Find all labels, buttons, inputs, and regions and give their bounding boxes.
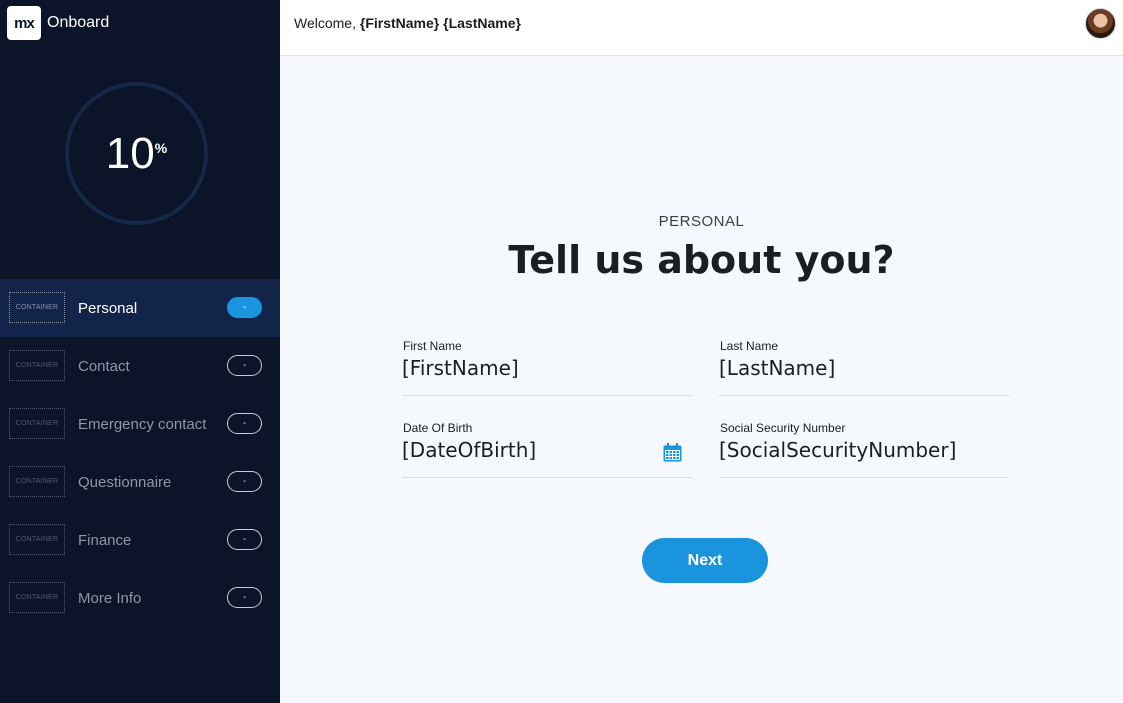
progress-value: 10 [105,128,155,178]
avatar[interactable] [1085,8,1116,39]
step-item-contact[interactable]: CONTAINER Contact - [0,337,280,395]
step-label: Contact [78,357,130,375]
next-button[interactable]: Next [642,538,768,583]
step-status-badge: - [227,413,262,434]
container-placeholder: CONTAINER [9,408,65,439]
ssn-label: Social Security Number [720,421,846,435]
container-placeholder: CONTAINER [9,292,65,323]
step-status-badge: - [227,297,262,318]
step-status-badge: - [227,529,262,550]
container-placeholder: CONTAINER [9,524,65,555]
top-header: Welcome, {FirstName} {LastName} [280,0,1123,56]
ssn-field: Social Security Number [719,421,1009,478]
welcome-user-name: {FirstName} {LastName} [359,15,521,31]
first-name-label: First Name [403,339,462,353]
step-label: Emergency contact [78,415,207,433]
step-list: CONTAINER Personal - CONTAINER Contact -… [0,279,280,627]
step-label: Personal [78,299,138,317]
last-name-input[interactable] [719,356,969,380]
date-of-birth-field: Date Of Birth [402,421,692,478]
step-item-personal[interactable]: CONTAINER Personal - [0,279,280,337]
last-name-field: Last Name [719,339,1009,396]
welcome-prefix: Welcome, [294,15,360,31]
sidebar: mx Onboard 10 % CONTAINER Personal - CON… [0,0,280,703]
step-status-badge: - [227,471,262,492]
calendar-icon[interactable] [663,443,682,462]
step-status-badge: - [227,355,262,376]
date-of-birth-input[interactable] [402,438,652,462]
first-name-input[interactable] [402,356,652,380]
main-content: PERSONAL Tell us about you? First Name L… [280,56,1123,703]
page-title: Tell us about you? [508,238,895,282]
progress-ring: 10 % [65,82,208,225]
first-name-field: First Name [402,339,692,396]
last-name-label: Last Name [720,339,779,353]
ssn-input[interactable] [719,438,1009,462]
container-placeholder: CONTAINER [9,582,65,613]
container-placeholder: CONTAINER [9,466,65,497]
section-label: PERSONAL [658,213,745,230]
progress-unit: % [154,140,168,156]
welcome-message: Welcome, {FirstName} {LastName} [294,15,521,31]
step-label: More Info [78,589,142,607]
mx-logo-icon: mx [7,6,41,40]
step-item-finance[interactable]: CONTAINER Finance - [0,511,280,569]
step-item-questionnaire[interactable]: CONTAINER Questionnaire - [0,453,280,511]
step-item-more-info[interactable]: CONTAINER More Info - [0,569,280,627]
step-item-emergency-contact[interactable]: CONTAINER Emergency contact - [0,395,280,453]
app-name: Onboard [47,14,110,31]
date-of-birth-label: Date Of Birth [403,421,473,435]
step-label: Finance [78,531,132,549]
container-placeholder: CONTAINER [9,350,65,381]
step-status-badge: - [227,587,262,608]
brand[interactable]: mx Onboard [7,6,109,40]
step-label: Questionnaire [78,473,172,491]
